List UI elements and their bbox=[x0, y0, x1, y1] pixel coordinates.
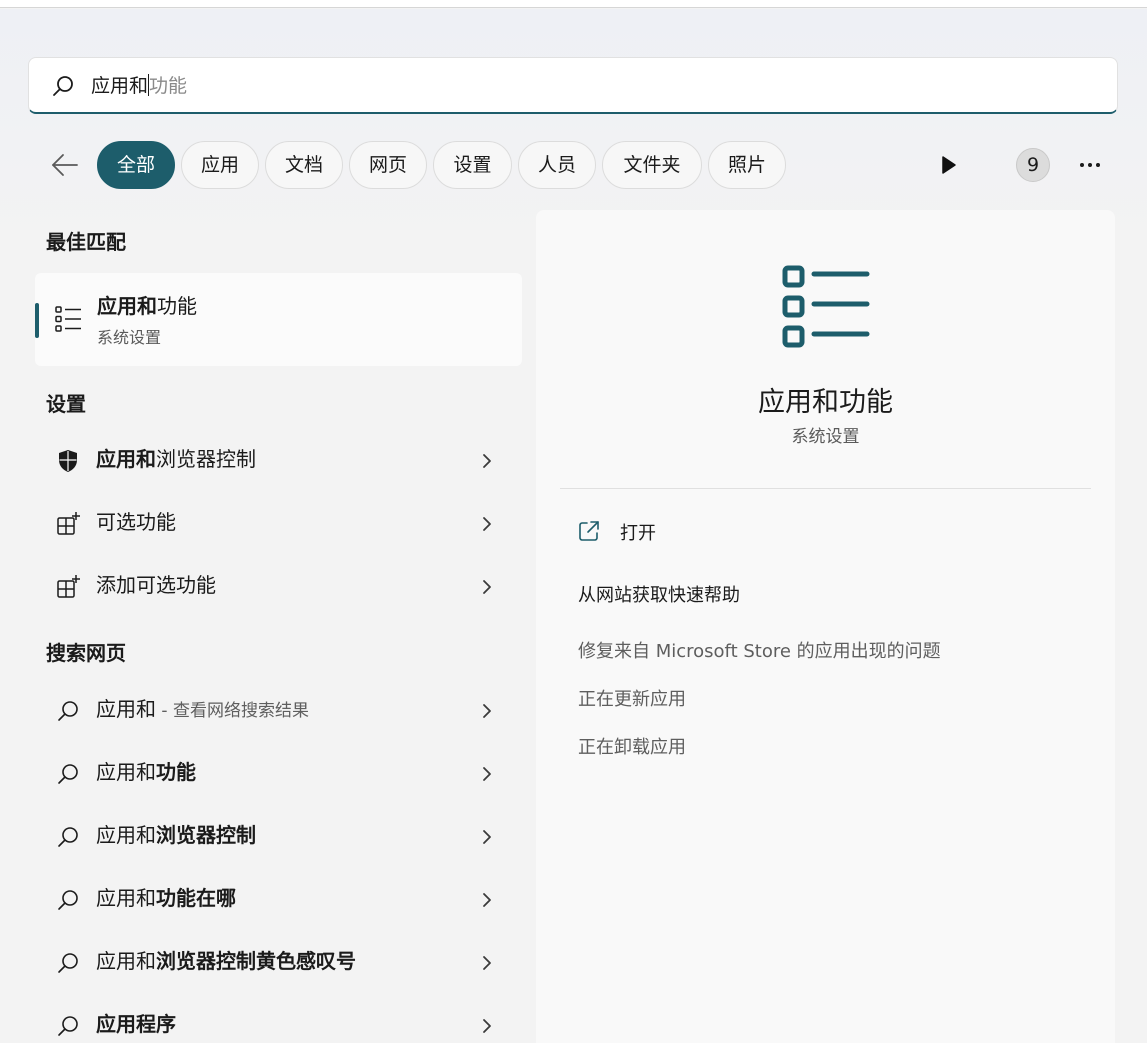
label-rest: 浏览器控制 bbox=[156, 447, 256, 471]
tab-web[interactable]: 网页 bbox=[349, 141, 427, 189]
tab-settings[interactable]: 设置 bbox=[433, 141, 512, 189]
web-result-label: 应用和功能在哪 bbox=[96, 884, 236, 912]
chevron-right-icon bbox=[483, 454, 491, 468]
label-rest: 添加可选功能 bbox=[96, 573, 216, 597]
web-result-item[interactable]: 应用和功能 bbox=[35, 746, 522, 802]
tab-all[interactable]: 全部 bbox=[97, 141, 175, 189]
settings-heading: 设置 bbox=[46, 392, 86, 416]
search-input[interactable]: 应用和功能 bbox=[91, 72, 187, 100]
web-result-label: 应用和功能 bbox=[96, 758, 196, 786]
search-suggestion-text: 功能 bbox=[149, 75, 188, 97]
quick-help-heading: 从网站获取快速帮助 bbox=[578, 585, 740, 606]
add-apps-icon bbox=[57, 512, 80, 535]
label-bold: 应用和 bbox=[96, 447, 156, 471]
label-bold: 浏览器控制 bbox=[156, 823, 256, 847]
web-search-heading: 搜索网页 bbox=[46, 641, 126, 665]
best-match-title: 应用和功能 bbox=[97, 290, 197, 319]
more-icon[interactable] bbox=[1072, 150, 1108, 180]
best-match-title-bold: 应用和 bbox=[97, 294, 157, 318]
chevron-right-icon bbox=[483, 704, 491, 718]
label-normal: 应用和 bbox=[96, 760, 156, 784]
label-normal: 应用和 bbox=[96, 949, 156, 973]
search-icon bbox=[58, 953, 78, 973]
search-icon bbox=[53, 76, 73, 96]
list-settings-icon bbox=[782, 265, 870, 348]
play-icon[interactable] bbox=[935, 152, 961, 178]
chevron-right-icon bbox=[483, 767, 491, 781]
settings-item-label: 应用和浏览器控制 bbox=[96, 445, 256, 473]
search-icon bbox=[58, 764, 78, 784]
label-bold: 功能 bbox=[156, 760, 196, 784]
selection-indicator bbox=[35, 303, 39, 338]
search-box[interactable]: 应用和功能 bbox=[28, 57, 1118, 114]
settings-item-optional-features[interactable]: 可选功能 bbox=[35, 496, 522, 552]
window-top-edge bbox=[0, 0, 1147, 8]
label-normal: 应用和 bbox=[96, 823, 156, 847]
chevron-right-icon bbox=[483, 830, 491, 844]
settings-item-add-optional-features[interactable]: 添加可选功能 bbox=[35, 559, 522, 615]
web-result-item[interactable]: 应用和功能在哪 bbox=[35, 872, 522, 928]
web-result-label: 应用和浏览器控制黄色感叹号 bbox=[96, 947, 356, 975]
tab-apps[interactable]: 应用 bbox=[181, 141, 259, 189]
chevron-right-icon bbox=[483, 893, 491, 907]
shield-icon bbox=[59, 450, 77, 472]
search-icon bbox=[58, 890, 78, 910]
result-count-badge[interactable]: 9 bbox=[1016, 148, 1050, 182]
tab-people[interactable]: 人员 bbox=[518, 141, 596, 189]
label-normal: 应用和 bbox=[96, 886, 156, 910]
preview-title: 应用和功能 bbox=[758, 387, 893, 418]
more-dots bbox=[1080, 163, 1100, 167]
web-result-item[interactable]: 应用和 - 查看网络搜索结果 bbox=[35, 683, 522, 739]
search-typed-text: 应用和 bbox=[91, 75, 149, 97]
help-link[interactable]: 修复来自 Microsoft Store 的应用出现的问题 bbox=[578, 637, 941, 663]
tab-photos[interactable]: 照片 bbox=[708, 141, 786, 189]
open-external-icon[interactable] bbox=[578, 520, 600, 542]
label-bold: 浏览器控制黄色感叹号 bbox=[156, 949, 356, 973]
label-muted: - 查看网络搜索结果 bbox=[156, 701, 309, 721]
preview-pane: 应用和功能 系统设置 打开 从网站获取快速帮助 修复来自 Microsoft S… bbox=[536, 210, 1115, 1043]
settings-item-label: 添加可选功能 bbox=[96, 571, 216, 599]
search-icon bbox=[58, 1016, 78, 1036]
list-settings-icon bbox=[55, 306, 81, 332]
settings-item-app-browser-control[interactable]: 应用和浏览器控制 bbox=[35, 433, 522, 489]
chevron-right-icon bbox=[483, 517, 491, 531]
web-result-label: 应用和 - 查看网络搜索结果 bbox=[96, 695, 309, 725]
divider bbox=[560, 488, 1091, 489]
best-match-title-rest: 功能 bbox=[157, 294, 197, 318]
label-normal: 应用和 bbox=[96, 697, 156, 721]
add-apps-icon bbox=[57, 575, 80, 598]
chevron-right-icon bbox=[483, 956, 491, 970]
back-arrow-icon[interactable] bbox=[48, 148, 82, 182]
label-bold: 应用程序 bbox=[96, 1012, 176, 1036]
preview-subtitle: 系统设置 bbox=[791, 427, 860, 447]
label-rest: 可选功能 bbox=[96, 510, 176, 534]
best-match-heading: 最佳匹配 bbox=[46, 230, 126, 254]
search-icon bbox=[58, 701, 78, 721]
chevron-right-icon bbox=[483, 580, 491, 594]
best-match-subtitle: 系统设置 bbox=[97, 328, 162, 347]
help-link[interactable]: 正在更新应用 bbox=[578, 685, 686, 711]
tab-folders[interactable]: 文件夹 bbox=[602, 141, 702, 189]
best-match-item[interactable]: 应用和功能 系统设置 bbox=[35, 273, 522, 366]
settings-item-label: 可选功能 bbox=[96, 508, 176, 536]
web-result-label: 应用和浏览器控制 bbox=[96, 821, 256, 849]
web-result-item[interactable]: 应用和浏览器控制 bbox=[35, 809, 522, 865]
help-link[interactable]: 正在卸载应用 bbox=[578, 733, 686, 759]
chevron-right-icon bbox=[483, 1019, 491, 1033]
web-result-item[interactable]: 应用和浏览器控制黄色感叹号 bbox=[35, 935, 522, 991]
open-button[interactable]: 打开 bbox=[620, 519, 656, 545]
web-result-label: 应用程序 bbox=[96, 1010, 176, 1038]
web-result-item[interactable]: 应用程序 bbox=[35, 998, 522, 1043]
search-icon bbox=[58, 827, 78, 847]
tab-documents[interactable]: 文档 bbox=[265, 141, 343, 189]
label-bold: 功能在哪 bbox=[156, 886, 236, 910]
